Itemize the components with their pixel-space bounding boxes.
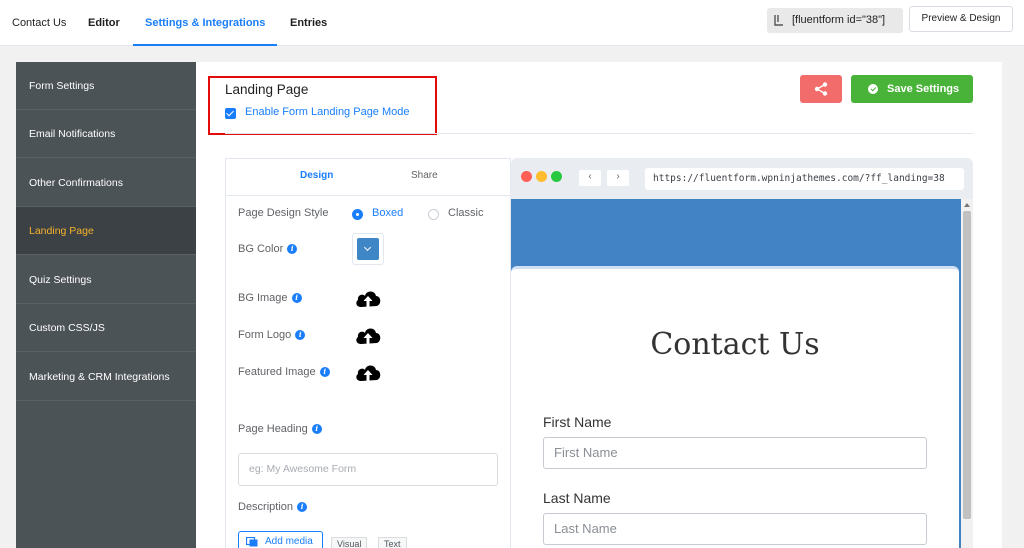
form-logo-label: Form Logo i	[238, 329, 306, 341]
landing-preview-browser: ‹ › https://fluentform.wpninjathemes.com…	[511, 158, 973, 548]
top-nav: Contact Us Editor Settings & Integration…	[0, 0, 1024, 46]
page-title: Landing Page	[225, 82, 309, 97]
scroll-up-icon[interactable]	[964, 203, 970, 207]
add-media-label: Add media	[265, 536, 313, 547]
sidebar-item-form-settings[interactable]: Form Settings	[16, 62, 196, 110]
landing-viewport: Contact Us First Name First Name Last Na…	[511, 199, 961, 548]
tab-design[interactable]: Design	[300, 170, 333, 181]
featured-image-text: Featured Image	[238, 366, 316, 378]
sidebar-item-email-notifications[interactable]: Email Notifications	[16, 110, 196, 158]
share-button[interactable]	[800, 75, 842, 103]
save-settings-button[interactable]: Save Settings	[851, 75, 973, 103]
tab-share[interactable]: Share	[411, 170, 438, 181]
editor-tab-visual[interactable]: Visual	[331, 537, 368, 548]
back-icon: ‹	[579, 170, 601, 186]
info-icon: i	[287, 244, 298, 254]
page-heading-label: Page Heading i	[238, 423, 322, 435]
upload-cloud-icon[interactable]	[354, 361, 382, 383]
divider	[225, 133, 973, 134]
tab-settings-integrations[interactable]: Settings & Integrations	[132, 0, 278, 46]
info-icon: i	[291, 293, 302, 303]
radio-classic[interactable]	[428, 209, 439, 220]
preview-scrollbar[interactable]	[961, 199, 973, 548]
page-design-style-label: Page Design Style	[238, 207, 329, 219]
preview-design-button[interactable]: Preview & Design	[909, 6, 1013, 32]
page-heading-input[interactable]: eg: My Awesome Form	[238, 453, 498, 486]
copy-icon	[774, 15, 783, 26]
sidebar-item-other-confirmations[interactable]: Other Confirmations	[16, 159, 196, 207]
info-icon: i	[319, 367, 330, 377]
preview-url: https://fluentform.wpninjathemes.com/?ff…	[645, 168, 964, 190]
add-media-button[interactable]: Add media	[238, 531, 323, 548]
enable-landing-checkbox[interactable]	[225, 108, 236, 119]
settings-sidebar: Form Settings Email Notifications Other …	[16, 62, 196, 548]
upload-cloud-icon[interactable]	[354, 287, 382, 309]
check-circle-icon	[868, 84, 878, 94]
design-share-tabs: Design Share	[225, 158, 511, 196]
info-icon: i	[311, 424, 322, 434]
tab-editor[interactable]: Editor	[88, 0, 120, 46]
last-name-label: Last Name	[543, 490, 611, 506]
window-minimize-dot	[536, 171, 547, 182]
info-icon: i	[295, 330, 306, 340]
save-settings-label: Save Settings	[887, 83, 960, 95]
editor-tab-text[interactable]: Text	[378, 537, 407, 548]
upload-cloud-icon[interactable]	[354, 324, 382, 346]
bg-color-text: BG Color	[238, 243, 284, 255]
window-close-dot	[521, 171, 532, 182]
window-maximize-dot	[551, 171, 562, 182]
color-swatch	[357, 238, 379, 260]
shortcode-copy[interactable]: [fluentform id="38"]	[767, 8, 903, 33]
bg-image-label: BG Image i	[238, 292, 302, 304]
bg-image-text: BG Image	[238, 292, 288, 304]
description-text: Description	[238, 501, 294, 513]
sidebar-item-quiz-settings[interactable]: Quiz Settings	[16, 256, 196, 304]
first-name-label: First Name	[543, 414, 612, 430]
form-logo-text: Form Logo	[238, 329, 292, 341]
media-icon	[246, 537, 258, 547]
radio-boxed-label[interactable]: Boxed	[372, 207, 403, 219]
tab-entries[interactable]: Entries	[290, 0, 327, 46]
sidebar-item-landing-page[interactable]: Landing Page	[16, 207, 196, 255]
radio-classic-label[interactable]: Classic	[448, 207, 483, 219]
featured-image-label: Featured Image i	[238, 366, 330, 378]
bg-color-label: BG Color i	[238, 243, 298, 255]
info-icon: i	[297, 502, 308, 512]
preview-form-title: Contact Us	[650, 327, 820, 362]
share-icon	[814, 82, 828, 96]
sidebar-item-marketing-crm[interactable]: Marketing & CRM Integrations	[16, 353, 196, 401]
page-heading-text: Page Heading	[238, 423, 308, 435]
first-name-input[interactable]: First Name	[543, 437, 927, 469]
forward-icon: ›	[607, 170, 629, 186]
scroll-thumb[interactable]	[963, 211, 971, 519]
last-name-input[interactable]: Last Name	[543, 513, 927, 545]
description-label: Description i	[238, 501, 308, 513]
bg-color-picker[interactable]	[352, 233, 384, 265]
enable-landing-label[interactable]: Enable Form Landing Page Mode	[245, 106, 410, 118]
tab-contact-us[interactable]: Contact Us	[12, 0, 66, 46]
form-card: Contact Us First Name First Name Last Na…	[511, 266, 959, 548]
shortcode-text: [fluentform id="38"]	[792, 14, 886, 26]
radio-boxed[interactable]	[352, 209, 363, 220]
sidebar-item-custom-css-js[interactable]: Custom CSS/JS	[16, 304, 196, 352]
